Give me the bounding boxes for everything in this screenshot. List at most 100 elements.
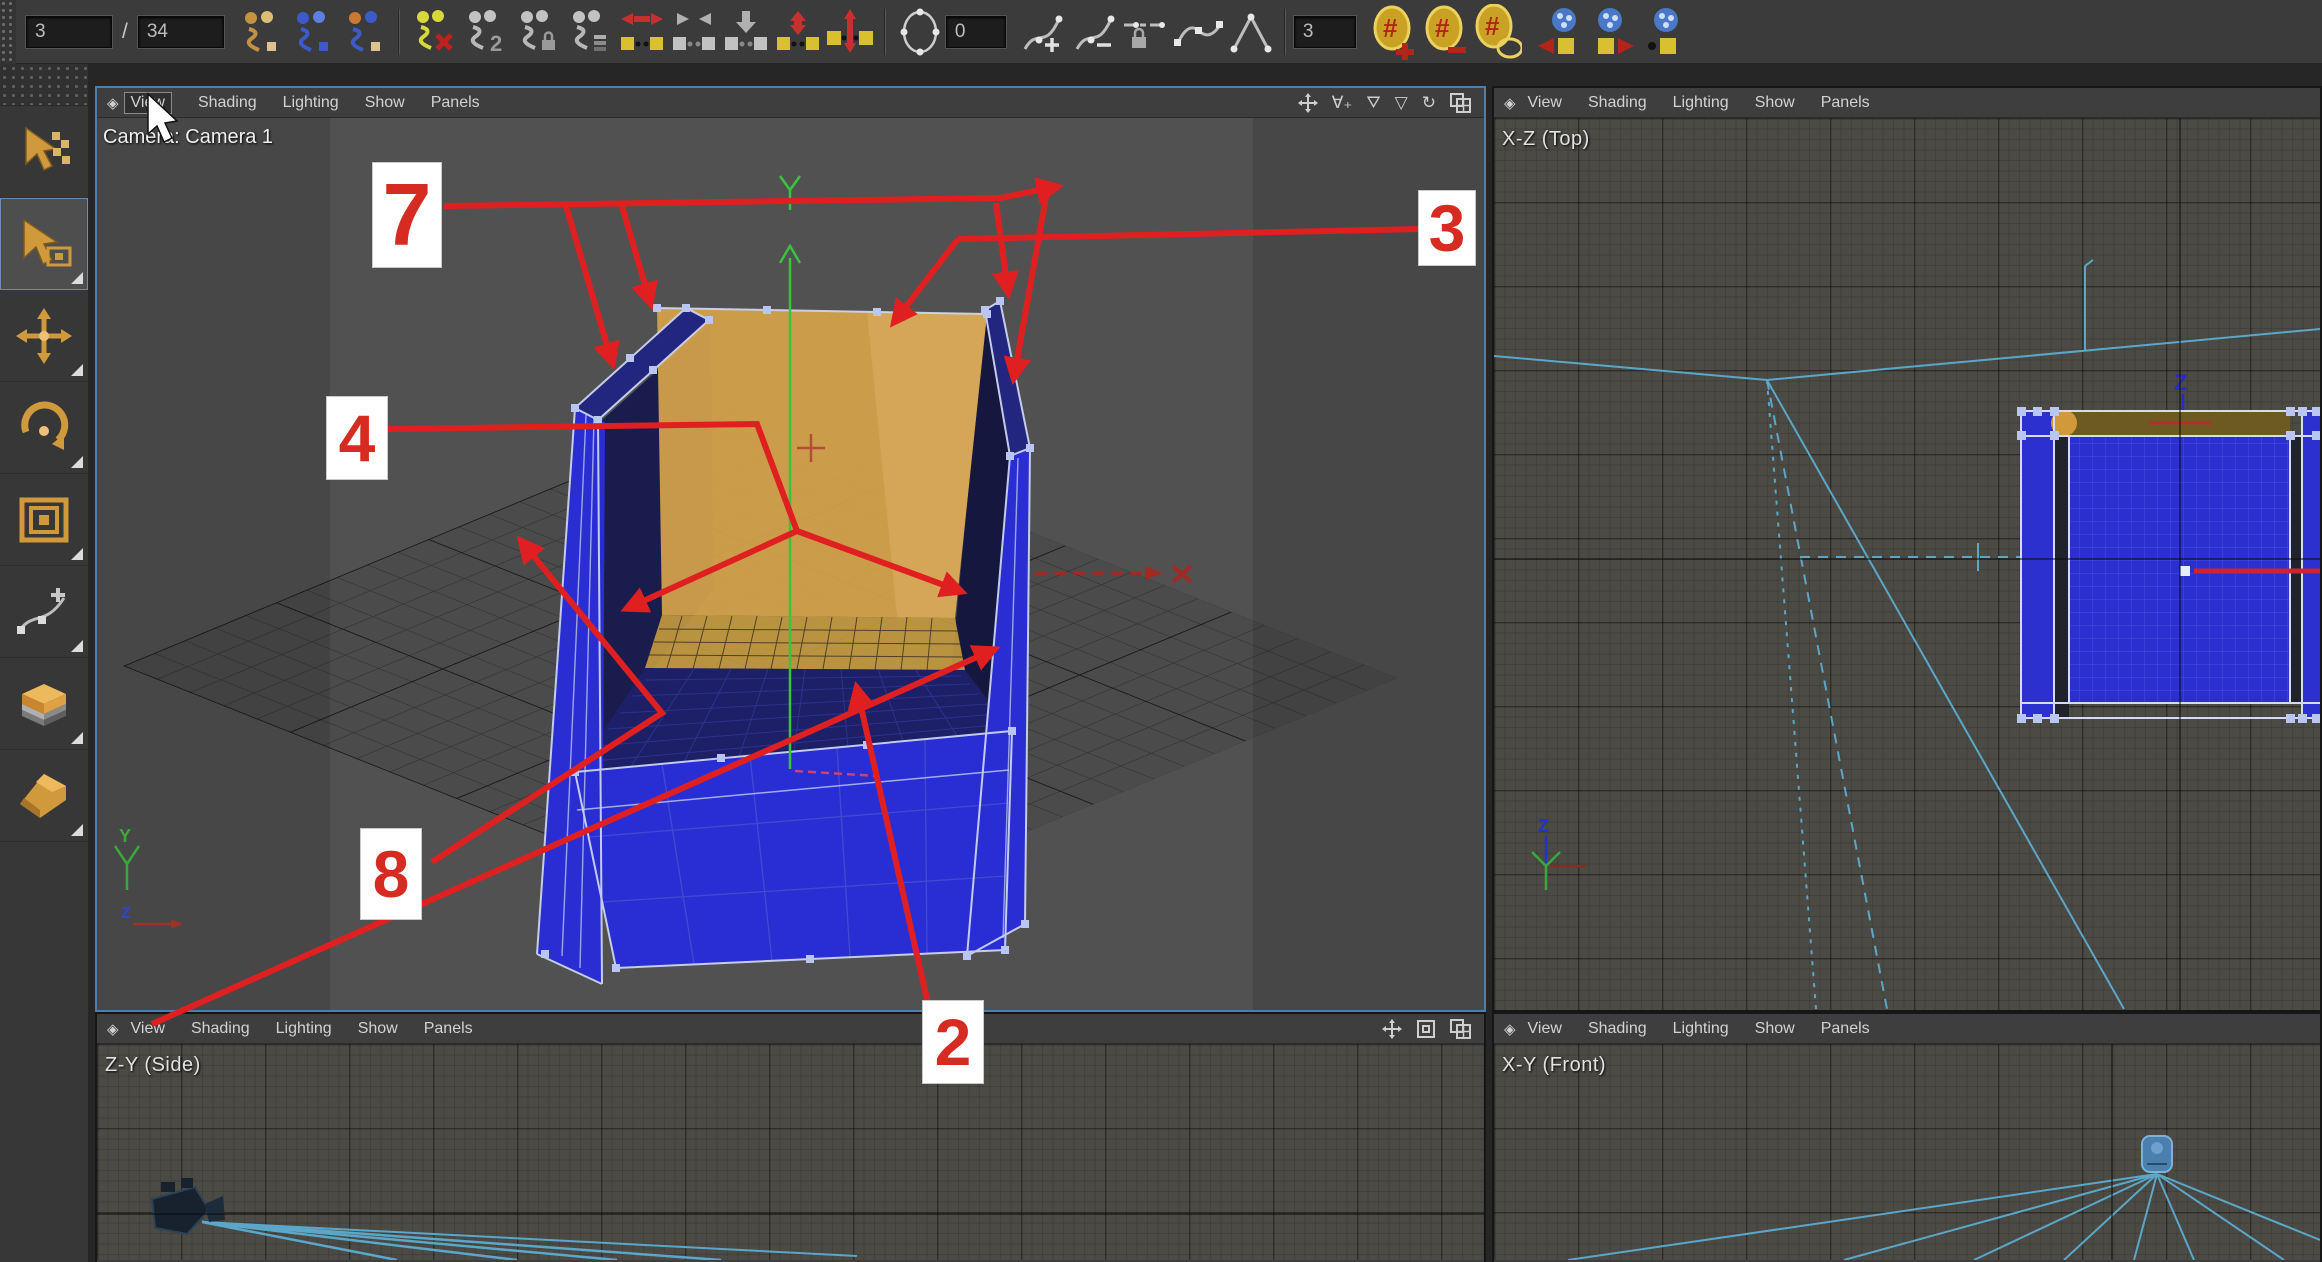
align-spread-icon[interactable]: [824, 6, 876, 58]
svg-text:Z: Z: [1538, 816, 1549, 836]
curve-remove-icon[interactable]: [1068, 6, 1120, 58]
menu-show[interactable]: Show: [365, 94, 405, 112]
panel-diamond-icon[interactable]: ◈: [1504, 94, 1516, 112]
light-object-icon: [2142, 1136, 2172, 1172]
dot-curve-duplicate-icon[interactable]: 2: [460, 6, 512, 58]
menu-panels[interactable]: Panels: [1821, 1020, 1870, 1038]
dot-curve-lock-icon[interactable]: [512, 6, 564, 58]
panel-diamond-icon[interactable]: ◈: [107, 94, 119, 112]
pan-icon[interactable]: [1298, 93, 1318, 113]
rotate-tool[interactable]: [0, 382, 88, 474]
menu-view[interactable]: View: [124, 92, 172, 114]
polygon-wedge-tool[interactable]: [0, 750, 88, 842]
menu-view[interactable]: View: [131, 1020, 165, 1038]
svg-text:2: 2: [490, 31, 502, 55]
viewport-camera[interactable]: ◈ View Shading Lighting Show Panels ∀₊ ⛛…: [95, 86, 1486, 1012]
menu-panels[interactable]: Panels: [424, 1020, 473, 1038]
ellipse-cv-icon[interactable]: [894, 6, 946, 58]
menu-shading[interactable]: Shading: [1588, 94, 1647, 112]
align-min-icon[interactable]: [616, 6, 668, 58]
sphere-box-icon[interactable]: [1636, 6, 1688, 58]
menu-shading[interactable]: Shading: [1588, 1020, 1647, 1038]
annotation-label-7: 7: [372, 162, 442, 268]
tool-options-indicator: [71, 364, 83, 376]
menu-view[interactable]: View: [1528, 94, 1562, 112]
dolly-icon[interactable]: ⛛: [1366, 93, 1380, 113]
iterations-input[interactable]: 0: [946, 16, 1006, 48]
menu-panels[interactable]: Panels: [1821, 94, 1870, 112]
top-view[interactable]: Z Z X-Z (Top): [1494, 118, 2320, 1010]
curve-add-icon[interactable]: [1016, 6, 1068, 58]
front-view[interactable]: X-Y (Front): [1494, 1044, 2320, 1260]
menu-shading[interactable]: Shading: [198, 94, 257, 112]
camera-hud-label: Camera: Camera 1: [103, 126, 273, 149]
viewport-top[interactable]: ◈ View Shading Lighting Show Panels: [1492, 86, 2322, 1012]
tumble-icon[interactable]: ▽: [1395, 93, 1408, 113]
align-down-icon[interactable]: [720, 6, 772, 58]
front-scene: [1494, 1044, 2320, 1260]
svg-text:#: #: [1485, 11, 1500, 41]
annotation-label-3: 3: [1418, 190, 1476, 266]
move-tool[interactable]: [0, 290, 88, 382]
menu-shading[interactable]: Shading: [191, 1020, 250, 1038]
menu-panels[interactable]: Panels: [431, 94, 480, 112]
orbit-icon[interactable]: ↻: [1422, 93, 1436, 113]
track-icon[interactable]: ∀₊: [1332, 93, 1353, 113]
svg-text:#: #: [1435, 13, 1450, 43]
menu-lighting[interactable]: Lighting: [283, 94, 339, 112]
side-view[interactable]: Z-Y (Side): [97, 1044, 1484, 1260]
lasso-select-tool[interactable]: [0, 198, 88, 290]
dot-curve-blue-icon[interactable]: [286, 6, 338, 58]
pan-icon[interactable]: [1382, 1019, 1402, 1039]
menu-lighting[interactable]: Lighting: [1673, 1020, 1729, 1038]
sphere-box-left-icon[interactable]: [1532, 6, 1584, 58]
camera-view[interactable]: Y Z Camera: Camera 1: [97, 118, 1484, 1010]
layout-icon[interactable]: [1450, 93, 1472, 113]
menu-show[interactable]: Show: [1755, 94, 1795, 112]
viewport-side-menubar: ◈ View Shading Lighting Show Panels: [97, 1014, 1484, 1044]
viewport-front[interactable]: ◈ View Shading Lighting Show Panels X-Y …: [1492, 1012, 2322, 1262]
viewport-side[interactable]: ◈ View Shading Lighting Show Panels Z-Y …: [95, 1012, 1486, 1262]
frame-end-input[interactable]: 34: [138, 16, 224, 48]
depth-input[interactable]: 3: [1294, 16, 1356, 48]
align-stack-icon[interactable]: [772, 6, 824, 58]
tool-options-indicator: [71, 732, 83, 744]
polygon-cube-tool[interactable]: [0, 658, 88, 750]
coin-subtract-icon[interactable]: #: [1418, 6, 1470, 58]
panel-diamond-icon[interactable]: ◈: [1504, 1020, 1516, 1038]
align-mid-icon[interactable]: [668, 6, 720, 58]
toolbox-drag-handle[interactable]: [0, 64, 88, 106]
side-scene: [97, 1044, 1484, 1260]
frame-current-input[interactable]: 3: [26, 16, 112, 48]
coin-lasso-icon[interactable]: #: [1470, 6, 1522, 58]
tool-options-indicator: [71, 456, 83, 468]
dot-curve-layer-icon[interactable]: [564, 6, 616, 58]
menu-show[interactable]: Show: [358, 1020, 398, 1038]
panel-diamond-icon[interactable]: ◈: [107, 1020, 119, 1038]
menu-view[interactable]: View: [1528, 1020, 1562, 1038]
coin-add-icon[interactable]: #: [1366, 6, 1418, 58]
dot-curve-orange-icon[interactable]: [234, 6, 286, 58]
annotation-label-4: 4: [326, 396, 388, 480]
curve-handles-icon[interactable]: [1172, 6, 1224, 58]
front-view-label: X-Y (Front): [1502, 1054, 1606, 1077]
dot-curve-mixed-icon[interactable]: [338, 6, 390, 58]
main-toolbar: 3 / 34 2 0: [0, 0, 2322, 64]
line-lock-icon[interactable]: [1120, 6, 1172, 58]
viewport-top-menubar: ◈ View Shading Lighting Show Panels: [1494, 88, 2320, 118]
tool-options-indicator: [71, 272, 83, 284]
single-pane-icon[interactable]: [1416, 1019, 1436, 1039]
soft-modification-tool[interactable]: [0, 566, 88, 658]
menu-lighting[interactable]: Lighting: [276, 1020, 332, 1038]
scale-tool[interactable]: [0, 474, 88, 566]
toolbar-drag-handle[interactable]: [0, 0, 16, 64]
select-tool[interactable]: [0, 106, 88, 198]
tripod-icon[interactable]: [1224, 6, 1276, 58]
menu-show[interactable]: Show: [1755, 1020, 1795, 1038]
sphere-box-right-icon[interactable]: [1584, 6, 1636, 58]
dot-curve-delete-icon[interactable]: [408, 6, 460, 58]
menu-lighting[interactable]: Lighting: [1673, 94, 1729, 112]
tool-options-indicator: [71, 824, 83, 836]
layout-icon[interactable]: [1450, 1019, 1472, 1039]
svg-text:Y: Y: [119, 826, 131, 846]
